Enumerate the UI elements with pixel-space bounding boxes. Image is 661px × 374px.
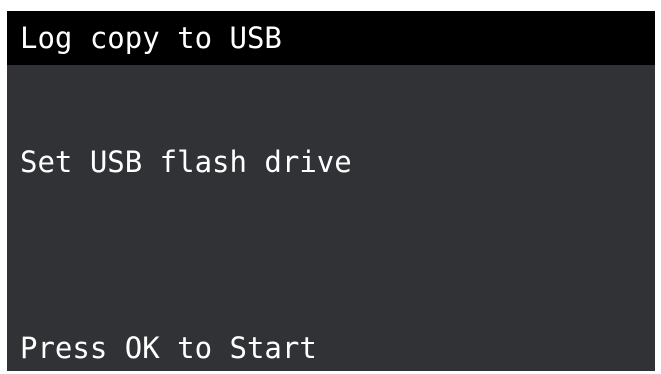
instruction-message: Set USB flash drive — [20, 145, 352, 179]
start-prompt: Press OK to Start — [20, 331, 317, 365]
lcd-screen: Log copy to USB Set USB flash drive Pres… — [7, 11, 655, 371]
title-bar: Log copy to USB — [7, 11, 655, 65]
screen-title: Log copy to USB — [20, 21, 282, 55]
